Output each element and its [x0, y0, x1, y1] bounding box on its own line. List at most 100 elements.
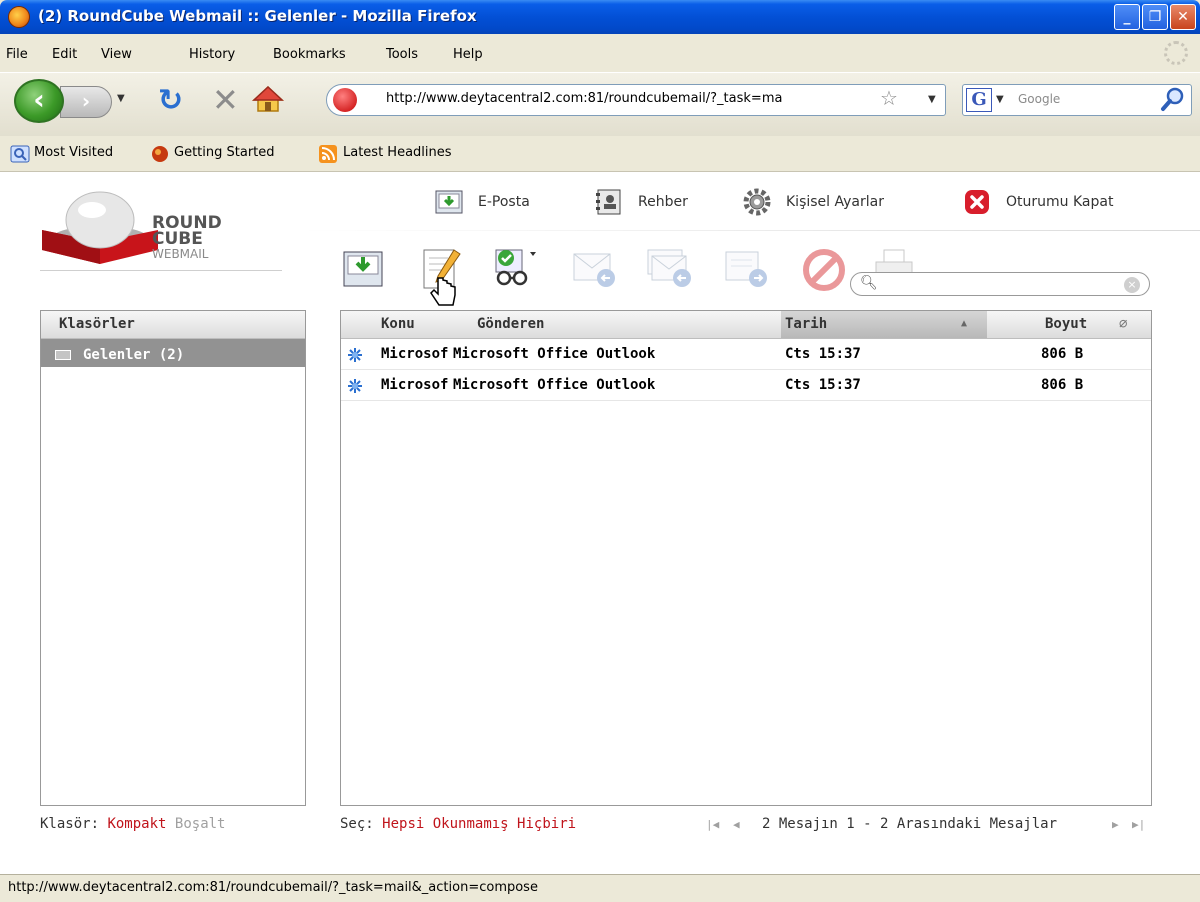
window-title: (2) RoundCube Webmail :: Gelenler - Mozi… [38, 7, 477, 25]
nav-contacts[interactable]: Rehber [594, 182, 688, 222]
quick-search-icon[interactable]: 🔍︎ [860, 275, 878, 291]
search-input[interactable]: Google [1018, 92, 1060, 106]
back-button[interactable]: ‹ [14, 79, 64, 123]
message-subject: Microsof [381, 346, 449, 362]
column-subject[interactable]: Konu [381, 316, 415, 332]
delete-icon[interactable] [800, 244, 848, 292]
nav-settings[interactable]: Kişisel Ayarlar [742, 182, 884, 222]
history-dropdown-icon[interactable]: ▼ [117, 93, 125, 104]
message-from: Microsoft Office Outlook [453, 377, 656, 393]
rss-feed-icon [319, 145, 337, 163]
logout-icon [965, 190, 989, 214]
logo-line3: WEBMAIL [152, 247, 209, 261]
folder-footer-label: Klasör: [40, 816, 100, 832]
most-visited-icon [10, 145, 30, 163]
nav-logout[interactable]: Oturumu Kapat [962, 182, 1113, 222]
message-count: 2 Mesajın 1 - 2 Arasındaki Mesajlar [762, 816, 1058, 832]
last-page-icon[interactable]: ▶| [1132, 818, 1145, 831]
menu-edit[interactable]: Edit [52, 47, 77, 62]
quick-search-clear-icon[interactable]: × [1124, 277, 1140, 293]
next-page-icon[interactable]: ▶ [1112, 818, 1119, 831]
nav-settings-label: Kişisel Ayarlar [786, 194, 884, 210]
folder-item-inbox[interactable]: Gelenler (2) [41, 339, 305, 367]
hand-cursor-icon [430, 277, 456, 306]
menu-help[interactable]: Help [453, 47, 483, 62]
menu-file[interactable]: File [6, 47, 28, 62]
search-engine-icon[interactable]: G [966, 88, 992, 112]
reload-icon[interactable]: ↻ [158, 86, 183, 116]
mark-message-icon[interactable] [492, 244, 540, 292]
bookmark-latest-headlines[interactable]: Latest Headlines [343, 145, 452, 160]
column-size[interactable]: Boyut [1045, 316, 1087, 332]
menu-history[interactable]: History [189, 47, 235, 62]
message-size: 806 B [1041, 377, 1084, 393]
message-size: 806 B [1041, 346, 1084, 362]
reply-icon[interactable] [570, 244, 618, 292]
menu-bar [0, 34, 1200, 72]
bookmark-most-visited[interactable]: Most Visited [34, 145, 113, 160]
menu-tools[interactable]: Tools [386, 47, 418, 62]
select-all-link[interactable]: Hepsi [382, 816, 424, 832]
table-row[interactable]: Microsof Microsoft Office Outlook Cts 15… [341, 370, 1151, 401]
forward-message-icon[interactable] [722, 244, 770, 292]
menu-view[interactable]: View [101, 47, 132, 62]
message-subject: Microsof [381, 377, 449, 393]
folder-item-label: Gelenler (2) [83, 347, 185, 363]
gear-icon [743, 188, 771, 216]
logo-divider [40, 270, 282, 271]
select-label: Seç: [340, 816, 374, 832]
message-from: Microsoft Office Outlook [453, 346, 656, 362]
column-from[interactable]: Gönderen [477, 316, 544, 332]
inbox-folder-icon [55, 350, 71, 360]
forward-button[interactable]: › [60, 86, 112, 118]
nav-mail-label: E-Posta [478, 194, 530, 210]
quick-search-input[interactable] [850, 272, 1150, 296]
folder-header: Klasörler [41, 311, 305, 339]
unread-icon [348, 379, 362, 393]
select-footer: Seç: Hepsi Okunmamış Hiçbiri [340, 816, 576, 832]
roundcube-logo: ROUND CUBE WEBMAIL [42, 191, 222, 264]
folder-panel: Klasörler Gelenler (2) [40, 310, 306, 806]
first-page-icon[interactable]: |◀ [706, 818, 719, 831]
folder-footer: Klasör: Kompakt Boşalt [40, 816, 225, 832]
status-bar: http://www.deytacentral2.com:81/roundcub… [0, 874, 1200, 902]
unread-icon [348, 348, 362, 362]
firefox-icon [8, 6, 30, 28]
getting-started-icon [152, 146, 168, 162]
search-engine-dropdown-icon[interactable]: ▼ [996, 94, 1004, 105]
message-list: Konu Gönderen Tarih ▲ Boyut ⌀ Microsof M… [340, 310, 1152, 806]
check-mail-icon[interactable] [340, 244, 388, 292]
throbber-icon [1164, 41, 1188, 65]
mailbox-icon [435, 190, 463, 214]
logo-line2: CUBE [152, 229, 203, 249]
address-book-icon [596, 189, 621, 215]
compact-link[interactable]: Kompakt [107, 816, 166, 832]
search-icon[interactable] [1160, 86, 1186, 112]
nav-mail[interactable]: E-Posta [434, 182, 530, 222]
nav-contacts-label: Rehber [638, 194, 688, 210]
select-unread-link[interactable]: Okunmamış [433, 816, 509, 832]
site-favicon-icon [333, 88, 357, 112]
menu-bookmarks[interactable]: Bookmarks [273, 47, 346, 62]
url-input[interactable]: http://www.deytacentral2.com:81/roundcub… [386, 91, 876, 106]
header-divider [300, 230, 1200, 231]
table-row[interactable]: Microsof Microsoft Office Outlook Cts 15… [341, 339, 1151, 370]
message-date: Cts 15:37 [785, 346, 861, 362]
empty-link[interactable]: Boşalt [175, 816, 226, 832]
bookmark-getting-started[interactable]: Getting Started [174, 145, 275, 160]
select-none-link[interactable]: Hiçbiri [517, 816, 576, 832]
stop-icon[interactable]: ✕ [212, 84, 239, 116]
reply-all-icon[interactable] [646, 244, 694, 292]
previous-page-icon[interactable]: ◀ [733, 818, 740, 831]
maximize-button[interactable]: ❐ [1142, 4, 1168, 30]
attachment-icon: ⌀ [1119, 316, 1128, 332]
minimize-button[interactable]: _ [1114, 4, 1140, 30]
url-dropdown-icon[interactable]: ▼ [928, 94, 936, 105]
bookmark-star-icon[interactable]: ☆ [880, 86, 898, 110]
close-button[interactable]: ✕ [1170, 4, 1196, 30]
column-date[interactable]: Tarih [785, 316, 827, 332]
home-icon[interactable] [252, 83, 284, 115]
nav-logout-label: Oturumu Kapat [1006, 194, 1114, 210]
message-date: Cts 15:37 [785, 377, 861, 393]
window-titlebar: (2) RoundCube Webmail :: Gelenler - Mozi… [0, 0, 1200, 34]
